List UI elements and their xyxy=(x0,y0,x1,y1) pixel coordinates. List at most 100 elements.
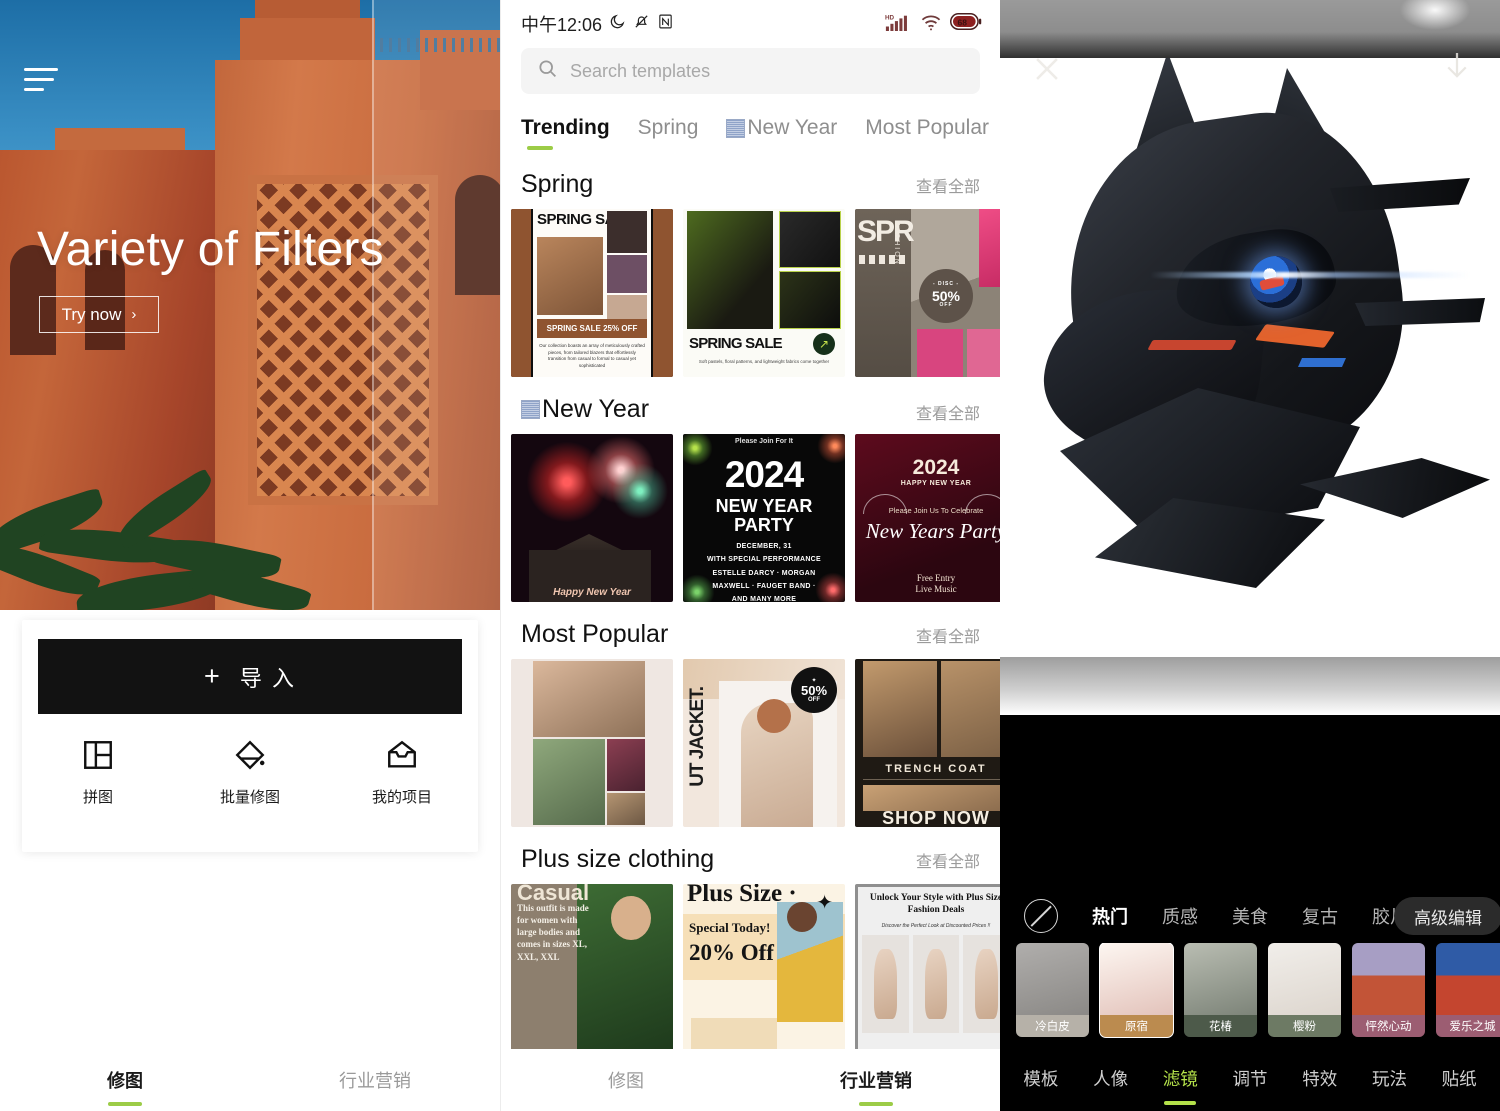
hero-title: Variety of Filters xyxy=(37,223,384,276)
template-card[interactable]: SPRING SALE ↗ Soft pastels, floral patte… xyxy=(683,209,845,377)
nfc-icon xyxy=(657,13,674,35)
tab-retouch[interactable]: 修图 xyxy=(501,1067,751,1093)
section-title-text: New Year xyxy=(542,395,650,423)
filter-thumbnail[interactable]: 冷白皮 xyxy=(1016,943,1089,1037)
filter-thumbnail-selected[interactable]: 原宿 xyxy=(1099,943,1174,1038)
firework-emoji-icon xyxy=(521,400,540,419)
card-caption: Soft pastels, floral patterns, and light… xyxy=(698,359,830,364)
filter-tab-texture[interactable]: 质感 xyxy=(1162,903,1198,929)
card-title: Unlock Your Style with Plus Size Fashion… xyxy=(869,893,1000,915)
filter-tab-hot[interactable]: 热门 xyxy=(1092,903,1128,929)
tab-industry-marketing[interactable]: 行业营销 xyxy=(751,1067,1000,1093)
home-action-card: + 导 入 拼图 批量修图 我的项目 xyxy=(22,620,478,852)
card-year: 2024 xyxy=(912,456,960,479)
section-header: Plus size clothing 查看全部 xyxy=(501,827,1000,884)
card-title: Plus Size · xyxy=(687,884,797,907)
category-tab-spring[interactable]: Spring xyxy=(638,116,699,152)
template-card[interactable]: UT JACKET. ✦ 50% OFF xyxy=(683,659,845,827)
tab-adjust[interactable]: 调节 xyxy=(1215,1066,1285,1091)
status-time: 中午12:06 xyxy=(521,15,603,35)
section-spring: Spring 查看全部 SPRING SALE SPRING SALE 25% … xyxy=(501,152,1000,377)
sparkle-icon: ✦ xyxy=(816,892,833,914)
card-subtitle: Special Today! xyxy=(689,920,771,935)
discount-badge: - DISC - 50% OFF xyxy=(919,269,973,323)
card-band: SPRING SALE 25% OFF xyxy=(537,319,647,338)
quick-action-label: 我的项目 xyxy=(371,789,432,806)
template-card[interactable]: Plus Size · ✦ Special Today! 20% Off xyxy=(683,884,845,1052)
template-card-row: Happy New Year Please Join For It 2024 N… xyxy=(501,434,1000,602)
see-all-link[interactable]: 查看全部 xyxy=(916,848,980,872)
quick-action-collage[interactable]: 拼图 xyxy=(22,738,174,807)
no-filter-slash-icon[interactable] xyxy=(1024,899,1058,933)
category-tab-most-popular[interactable]: Most Popular xyxy=(865,116,989,152)
advanced-edit-button[interactable]: 高级编辑 xyxy=(1394,897,1500,935)
section-title: Plus size clothing xyxy=(521,845,715,873)
tab-play[interactable]: 玩法 xyxy=(1355,1066,1425,1091)
editor-panel: 热门 质感 美食 复古 胶片 自 高级编辑 冷白皮 原宿 xyxy=(1000,715,1500,1111)
hero-banner[interactable]: Variety of Filters Try now › xyxy=(0,0,500,610)
category-tabs: Trending Spring New Year Most Popular xyxy=(501,94,1000,152)
discount-percent: 50% xyxy=(800,682,828,698)
card-vertical-label: UT JACKET. xyxy=(687,687,708,787)
right-panel-filter-editor: 热门 质感 美食 复古 胶片 自 高级编辑 冷白皮 原宿 xyxy=(1000,0,1500,1111)
filter-thumbnail[interactable]: 爱乐之城 xyxy=(1436,943,1500,1037)
filter-tab-food[interactable]: 美食 xyxy=(1232,903,1268,929)
quick-actions-row: 拼图 批量修图 我的项目 xyxy=(22,738,478,807)
template-card[interactable]: Unlock Your Style with Plus Size Fashion… xyxy=(855,884,1000,1052)
tab-portrait[interactable]: 人像 xyxy=(1076,1066,1146,1091)
import-button[interactable]: + 导 入 xyxy=(38,639,462,714)
quick-action-my-projects[interactable]: 我的项目 xyxy=(326,738,478,807)
card-vertical-label: FASHION xyxy=(893,221,900,266)
canvas-bottom-gradient xyxy=(1000,657,1500,715)
template-card[interactable]: TRENCH COAT SHOP NOW xyxy=(855,659,1000,827)
filter-label: 冷白皮 xyxy=(1016,1015,1089,1037)
firework-emoji-icon xyxy=(726,118,746,138)
tab-industry-marketing[interactable]: 行业营销 xyxy=(250,1067,500,1093)
tab-filter[interactable]: 滤镜 xyxy=(1145,1066,1215,1091)
tab-effects[interactable]: 特效 xyxy=(1285,1066,1355,1091)
filter-label: 樱粉 xyxy=(1268,1015,1341,1037)
filter-label: 花椿 xyxy=(1184,1015,1257,1037)
tab-retouch[interactable]: 修图 xyxy=(0,1067,250,1093)
download-icon[interactable] xyxy=(1442,50,1472,86)
template-card[interactable]: Happy New Year xyxy=(511,434,673,602)
see-all-link[interactable]: 查看全部 xyxy=(916,623,980,647)
card-caption: This outfit is made for women with large… xyxy=(517,903,589,962)
try-now-label: Try now xyxy=(61,304,122,324)
search-bar[interactable]: Search templates xyxy=(521,48,980,94)
see-all-link[interactable]: 查看全部 xyxy=(916,400,980,424)
filter-thumbnail[interactable]: 花椿 xyxy=(1184,943,1257,1037)
tab-sticker[interactable]: 贴纸 xyxy=(1424,1066,1494,1091)
filter-thumbnail[interactable]: 怦然心动 xyxy=(1352,943,1425,1037)
search-input[interactable]: Search templates xyxy=(570,61,710,82)
filter-tab-retro[interactable]: 复古 xyxy=(1302,903,1338,929)
category-tab-new-year[interactable]: New Year xyxy=(726,116,837,152)
try-now-button[interactable]: Try now › xyxy=(39,296,159,333)
editor-canvas[interactable] xyxy=(1000,0,1500,715)
section-header: Most Popular 查看全部 xyxy=(501,602,1000,659)
template-card[interactable]: SPRING SALE SPRING SALE 25% OFF Our coll… xyxy=(511,209,673,377)
template-card[interactable]: SPR FASHION - DISC - 50% OFF xyxy=(855,209,1000,377)
quick-action-label: 拼图 xyxy=(82,789,113,806)
see-all-link[interactable]: 查看全部 xyxy=(916,173,980,197)
svg-text:HD: HD xyxy=(885,14,895,21)
hamburger-menu-icon[interactable] xyxy=(24,68,58,96)
section-title: Spring xyxy=(521,170,594,198)
template-card-row: Casual This outfit is made for women wit… xyxy=(501,884,1000,1052)
robot-eye xyxy=(1250,256,1302,308)
template-card[interactable]: 2024 HAPPY NEW YEAR Please Join Us To Ce… xyxy=(855,434,1000,602)
template-card[interactable]: Casual This outfit is made for women wit… xyxy=(511,884,673,1052)
category-tab-trending[interactable]: Trending xyxy=(521,116,610,152)
card-label: TRENCH COAT xyxy=(885,763,987,775)
svg-text:68: 68 xyxy=(958,17,968,27)
quick-action-batch-edit[interactable]: 批量修图 xyxy=(174,738,326,807)
tab-template[interactable]: 模板 xyxy=(1006,1066,1076,1091)
battery-icon: 68 xyxy=(950,13,982,35)
close-x-icon[interactable] xyxy=(1030,52,1064,86)
left-panel-home-screen: Variety of Filters Try now › + 导 入 拼图 批量… xyxy=(0,0,500,1111)
template-card[interactable]: Please Join For It 2024 NEW YEAR PARTY D… xyxy=(683,434,845,602)
filter-thumbnail-strip[interactable]: 冷白皮 原宿 花椿 樱粉 怦然心动 爱乐之城 xyxy=(1000,943,1500,1041)
template-card[interactable] xyxy=(511,659,673,827)
status-bar-right: HD 68 xyxy=(885,13,982,36)
filter-thumbnail[interactable]: 樱粉 xyxy=(1268,943,1341,1037)
